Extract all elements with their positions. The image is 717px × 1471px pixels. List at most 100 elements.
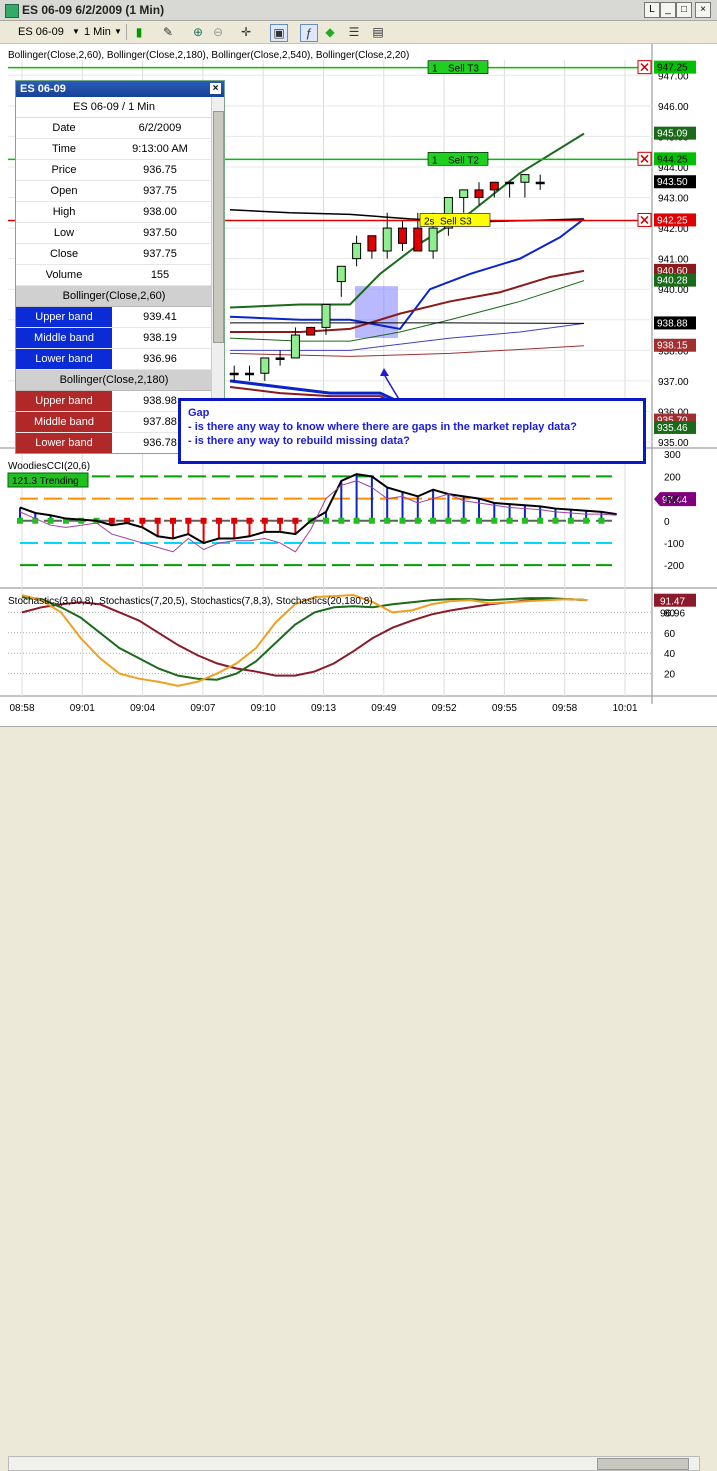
x-tick-label: 09:10 xyxy=(251,703,276,714)
x-tick-label: 09:55 xyxy=(492,703,517,714)
scrollbar-thumb[interactable] xyxy=(597,1458,689,1470)
properties-icon[interactable]: ☰ xyxy=(346,24,362,40)
data-box-key: Date xyxy=(52,122,76,134)
cci-zero-marker xyxy=(567,517,574,524)
cci-zero-marker xyxy=(154,517,161,524)
drawing-tool-icon[interactable]: ✎ xyxy=(160,24,176,40)
bollinger-indicator-label: Bollinger(Close,2,60), Bollinger(Close,2… xyxy=(8,50,409,61)
crosshair-icon[interactable]: ✛ xyxy=(238,24,254,40)
data-box-row: Middle band 938.19 xyxy=(16,328,212,349)
cci-zero-marker xyxy=(583,517,590,524)
data-box-key: Close xyxy=(49,248,79,260)
x-tick-label: 09:58 xyxy=(552,703,577,714)
data-box-row: Close 937.75 xyxy=(16,244,212,265)
cci-zero-marker xyxy=(506,517,513,524)
cci-zero-marker xyxy=(430,517,437,524)
cci-zero-marker xyxy=(261,517,268,524)
candle-body xyxy=(229,372,239,376)
candle-body xyxy=(398,227,407,244)
horizontal-scrollbar[interactable] xyxy=(8,1456,700,1471)
price-marker-label: 938.88 xyxy=(657,318,688,329)
candlestick-style-icon[interactable]: ▮ xyxy=(131,24,147,40)
window-titlebar: ES 06-09 6/2/2009 (1 Min) L _ □ × xyxy=(0,0,717,21)
data-box-band-key: Lower band xyxy=(16,433,112,453)
cci-y-tick-label: 300 xyxy=(664,450,681,461)
indicators-icon[interactable]: ƒ xyxy=(300,24,318,42)
candle-body xyxy=(474,189,484,199)
chevron-down-icon[interactable]: ▼ xyxy=(72,23,80,41)
chart-app-icon xyxy=(5,4,19,18)
stoch-line xyxy=(21,596,588,681)
status-bar xyxy=(0,726,717,1471)
cci-zero-marker xyxy=(384,517,391,524)
candle-body xyxy=(336,265,346,283)
candle-body xyxy=(306,326,316,336)
price-marker-label: 935.46 xyxy=(657,423,688,434)
bollinger-band-line xyxy=(229,345,585,357)
x-tick-label: 09:01 xyxy=(70,703,95,714)
stoch-value-label: 91.47 xyxy=(660,597,685,608)
data-box-key: Price xyxy=(51,164,77,176)
cci-zero-marker xyxy=(185,517,192,524)
chart-trader-icon[interactable]: ▤ xyxy=(370,24,386,40)
window-title: ES 06-09 6/2/2009 (1 Min) xyxy=(22,3,165,17)
candle-body xyxy=(260,357,270,374)
zoom-out-icon[interactable]: ⊖ xyxy=(210,24,226,40)
scrollbar-thumb[interactable] xyxy=(213,111,224,343)
cci-zero-marker xyxy=(47,517,54,524)
order-qty: 1 xyxy=(432,64,438,75)
data-box-value: 937.50 xyxy=(143,227,177,239)
x-tick-label: 09:13 xyxy=(311,703,336,714)
minimize-button[interactable]: _ xyxy=(660,2,676,18)
interval-selector[interactable]: 1 Min xyxy=(84,23,111,41)
zoom-in-icon[interactable]: ⊕ xyxy=(190,24,206,40)
cci-zero-marker xyxy=(521,517,528,524)
cci-zero-marker xyxy=(292,517,299,524)
cci-y-tick-label: 200 xyxy=(664,472,681,483)
data-box-row: Open 937.75 xyxy=(16,181,212,202)
data-box-header[interactable]: ES 06-09 × xyxy=(16,81,224,97)
lock-button[interactable]: L xyxy=(644,2,660,18)
bollinger-band-line xyxy=(230,322,585,351)
cci-y-tick-label: 0 xyxy=(664,517,670,528)
cci-zero-marker xyxy=(491,517,498,524)
data-box-band-key: Middle band xyxy=(16,328,112,348)
price-y-tick-label: 935.00 xyxy=(658,438,689,449)
close-button[interactable]: × xyxy=(695,2,711,18)
cci-zero-marker xyxy=(399,517,406,524)
data-box-key: Time xyxy=(51,143,77,155)
candle-body xyxy=(459,189,469,199)
order-price-label: 947.25 xyxy=(657,63,688,74)
data-box-value: 937.75 xyxy=(143,248,177,260)
data-box-title: ES 06-09 xyxy=(20,83,66,95)
data-box-value: 936.75 xyxy=(143,164,177,176)
annotation-title: Gap xyxy=(188,407,210,419)
arrow-head-icon xyxy=(380,368,389,376)
order-label: Sell S3 xyxy=(440,216,472,227)
cci-zero-marker xyxy=(323,517,329,524)
cci-zero-marker xyxy=(139,517,146,524)
close-icon[interactable]: × xyxy=(210,83,221,94)
data-box-band-value: 939.41 xyxy=(143,311,177,323)
cci-y-tick-label: -200 xyxy=(664,561,684,572)
x-tick-label: 09:52 xyxy=(432,703,457,714)
data-box-key: Volume xyxy=(45,269,83,281)
chevron-down-icon[interactable]: ▼ xyxy=(114,23,122,41)
order-qty: 2s xyxy=(424,216,435,227)
cci-zero-marker xyxy=(353,517,360,524)
data-box-band-key: Lower band xyxy=(16,349,112,369)
instrument-selector[interactable]: ES 06-09 xyxy=(18,23,64,41)
maximize-button[interactable]: □ xyxy=(676,2,692,18)
price-y-tick-label: 943.00 xyxy=(658,194,689,205)
data-box-band-key: Middle band xyxy=(16,412,112,432)
cci-zero-marker xyxy=(476,517,482,524)
candle-body xyxy=(413,227,423,252)
data-box-row: Upper band 939.41 xyxy=(16,307,212,328)
candle-body xyxy=(352,242,362,260)
data-box-subtitle: ES 06-09 / 1 Min xyxy=(16,97,212,118)
data-box-band-key: Upper band xyxy=(16,391,112,411)
cci-trend-label: 121.3 Trending xyxy=(12,476,79,487)
data-box-icon[interactable]: ▣ xyxy=(270,24,288,42)
strategies-icon[interactable]: ◆ xyxy=(322,24,338,40)
data-box-section-title: Bollinger(Close,2,60) xyxy=(16,286,212,307)
